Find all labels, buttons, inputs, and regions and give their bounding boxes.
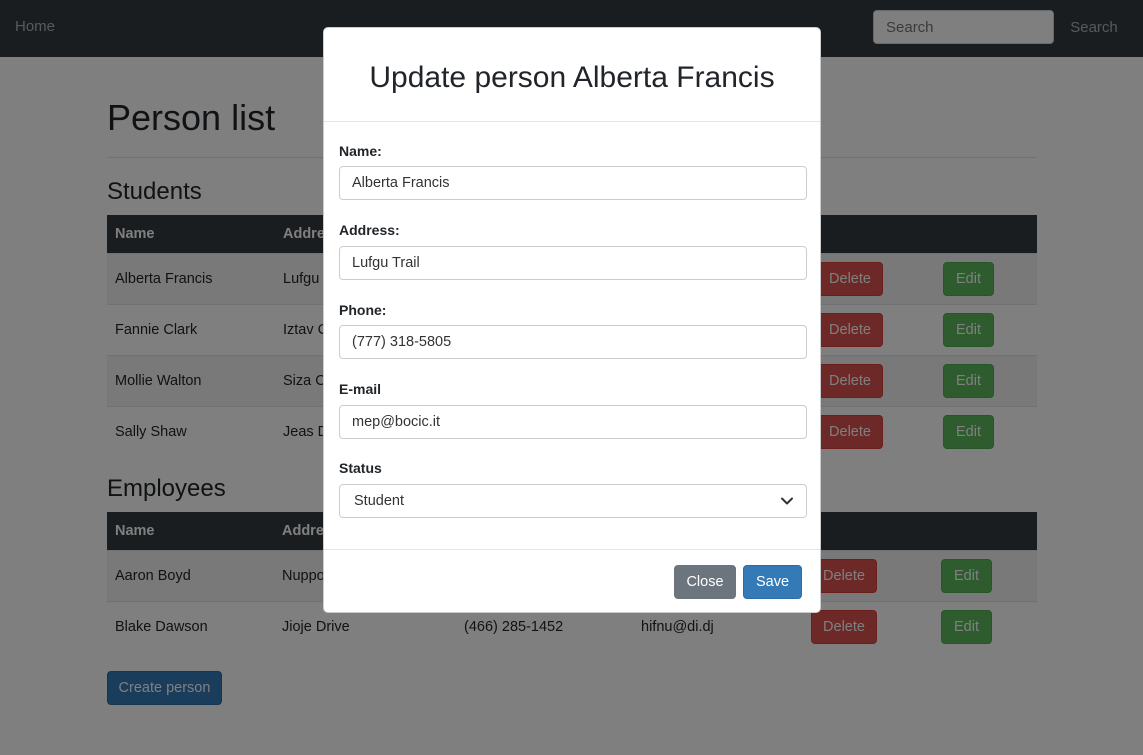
- email-field[interactable]: [339, 405, 807, 439]
- modal-header: Update person Alberta Francis: [324, 28, 820, 122]
- modal-footer-divider: [324, 549, 820, 550]
- name-field[interactable]: [339, 166, 807, 200]
- phone-field[interactable]: [339, 325, 807, 359]
- address-label: Address:: [339, 222, 400, 238]
- name-label: Name:: [339, 143, 382, 159]
- save-button[interactable]: Save: [743, 565, 802, 599]
- address-field[interactable]: [339, 246, 807, 280]
- status-select-value: Student: [354, 493, 404, 509]
- phone-label: Phone:: [339, 302, 387, 318]
- status-select[interactable]: Student: [339, 484, 807, 518]
- status-label: Status: [339, 460, 382, 476]
- update-person-modal: Update person Alberta Francis Name: Addr…: [323, 27, 821, 613]
- chevron-down-icon: [781, 497, 793, 505]
- email-label: E-mail: [339, 381, 382, 397]
- modal-title: Update person Alberta Francis: [369, 61, 775, 94]
- close-button[interactable]: Close: [674, 565, 736, 599]
